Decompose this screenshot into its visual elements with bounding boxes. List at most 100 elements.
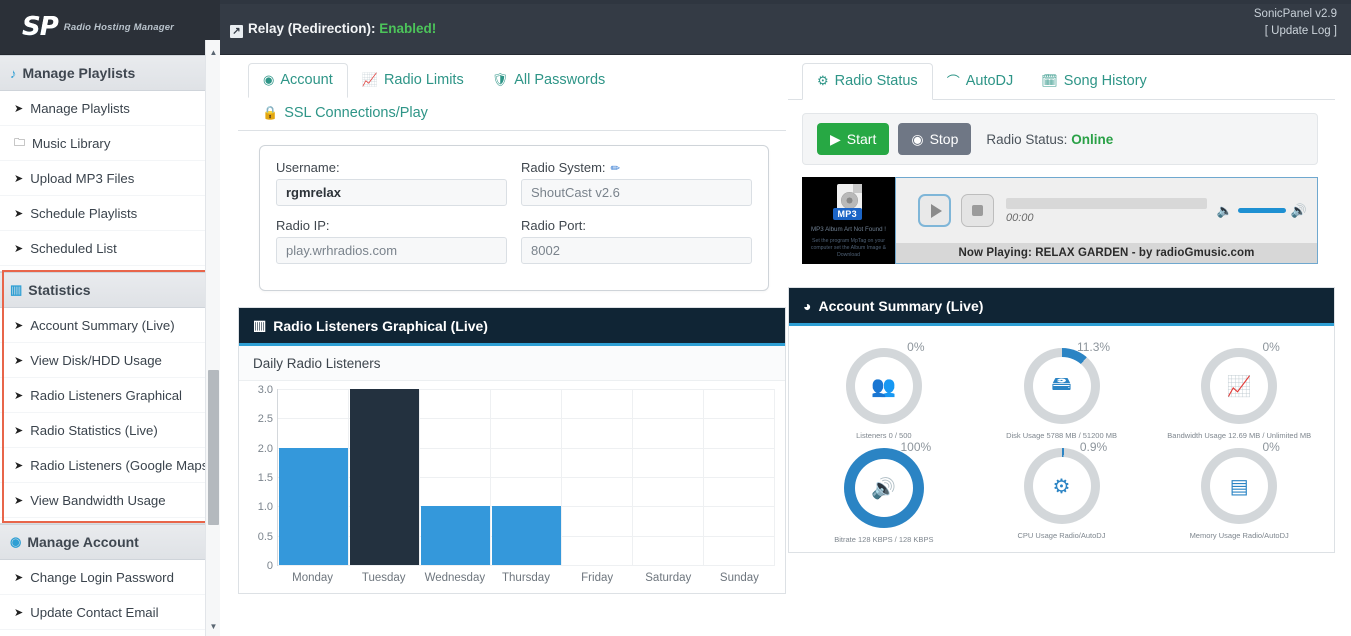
bar-chart-icon: ▥ — [253, 317, 267, 333]
sidebar-item-music-library[interactable]: 🗀 Music Library — [0, 126, 219, 161]
sidebar-item-label: Update Contact Email — [30, 604, 159, 620]
chart-bar-column[interactable] — [562, 389, 633, 565]
radio-status-panel: ⚙ Radio Status ⌒ AutoDJ 🗓 Song History ▶… — [788, 55, 1335, 553]
gauge-label: Bitrate 128 KBPS / 128 KBPS — [834, 535, 934, 544]
chart-y-tick: 0 — [266, 560, 273, 572]
chart-bar[interactable] — [350, 389, 419, 565]
sidebar-item-account-summary[interactable]: ➤ Account Summary (Live) — [0, 308, 219, 343]
gauge-ring: 🔊 — [843, 448, 924, 528]
tab-song-history[interactable]: 🗓 Song History — [1027, 63, 1161, 99]
field-label: Username: — [276, 160, 340, 175]
volume-slider[interactable] — [1237, 208, 1286, 213]
tab-label: AutoDJ — [965, 72, 1014, 89]
chart-x-tick: Saturday — [645, 572, 692, 584]
sidebar-item-schedule-playlists[interactable]: ➤ Schedule Playlists — [0, 196, 219, 231]
sidebar-item-scheduled-list[interactable]: ➤ Scheduled List — [0, 231, 219, 266]
gauge-percent: 100% — [900, 440, 932, 454]
chart-x-tick: Wednesday — [424, 572, 486, 584]
gauge-label: Memory Usage Radio/AutoDJ — [1189, 531, 1289, 540]
app-logo[interactable]: SP Radio Hosting Manager — [0, 0, 220, 55]
sidebar-item-radio-listeners-google-maps[interactable]: ➤ Radio Listeners (Google Maps) — [0, 448, 219, 483]
gauge-server[interactable]: 0% ▤ Memory Usage Radio/AutoDJ — [1150, 440, 1328, 544]
field-radio-system: Radio System: ✏ ShoutCast v2.6 — [521, 160, 752, 214]
hdd-icon: 🖴 — [1051, 373, 1072, 395]
gauge-percent: 0.9% — [1079, 440, 1108, 454]
gear-icon: ⚙ — [817, 73, 829, 88]
field-label: Radio System: ✏ — [521, 160, 752, 175]
tab-ssl-connections[interactable]: 🔒 SSL Connections/Play — [248, 97, 442, 130]
sidebar-item-view-disk-usage[interactable]: ➤ View Disk/HDD Usage — [0, 343, 219, 378]
gauge-people[interactable]: 0% 👥 Listeners 0 / 500 — [795, 340, 973, 440]
chart-bar[interactable] — [421, 506, 490, 565]
stop-button[interactable]: ◉ Stop — [898, 123, 972, 155]
radio-port-input[interactable]: 8002 — [521, 237, 752, 264]
chevron-circle-icon: ➤ — [14, 319, 24, 332]
daily-listeners-chart: 3.0 2.5 2.0 1.5 1.0 0.5 0 Monday Tuesday Wednesd… — [239, 381, 785, 593]
update-log-link[interactable]: [ Update Log ] — [1254, 23, 1337, 40]
gauge-hdd[interactable]: 11.3% 🖴 Disk Usage 5788 MB / 51200 MB — [973, 340, 1151, 440]
chart-bar-column[interactable] — [491, 389, 562, 565]
bar-chart-icon: ▥ — [10, 282, 23, 297]
seek-slider[interactable] — [1006, 197, 1207, 209]
sidebar-group-statistics[interactable]: ▥ Statistics — [0, 272, 219, 308]
volume-mute-icon[interactable]: 🔈 — [1217, 203, 1233, 219]
chart-vertical-gridline — [774, 389, 775, 565]
sidebar-item-update-contact-email[interactable]: ➤ Update Contact Email — [0, 595, 219, 630]
lock-icon: 🔒 — [262, 105, 279, 120]
sidebar-item-label: Account Summary (Live) — [30, 317, 175, 333]
chart-bar[interactable] — [279, 447, 348, 565]
caret-up-icon[interactable]: ▲ — [206, 45, 221, 60]
sidebar-item-label: Schedule Playlists — [30, 205, 138, 221]
tab-radio-status[interactable]: ⚙ Radio Status — [802, 63, 933, 100]
gauge-volume[interactable]: 100% 🔊 Bitrate 128 KBPS / 128 KBPS — [795, 440, 973, 544]
headphones-icon: ⌒ — [946, 74, 960, 89]
chart-bar-column[interactable] — [420, 389, 491, 565]
chart-bar-column[interactable] — [349, 389, 420, 565]
sidebar-item-manage-playlists[interactable]: ➤ Manage Playlists — [0, 91, 219, 126]
start-button[interactable]: ▶ Start — [817, 123, 890, 155]
sidebar-group-manage-playlists[interactable]: ♪ Manage Playlists — [0, 55, 219, 91]
sidebar-item-upload-mp3-files[interactable]: ➤ Upload MP3 Files — [0, 161, 219, 196]
gauge-percent: 0% — [1262, 340, 1280, 354]
field-label: Radio Port: — [521, 218, 587, 233]
chart-bar[interactable] — [492, 506, 561, 565]
tab-account[interactable]: ◉ Account — [248, 63, 348, 98]
stop-player-button[interactable] — [961, 194, 994, 227]
gauge-chart-line[interactable]: 0% 📈 Bandwidth Usage 12.69 MB / Unlimited … — [1150, 340, 1328, 440]
tab-radio-limits[interactable]: 📈 Radio Limits — [348, 63, 478, 97]
pie-chart-icon: ◕ — [803, 297, 812, 314]
edit-pencil-icon[interactable]: ✏ — [611, 161, 621, 175]
chart-x-tick: Monday — [292, 572, 334, 584]
sidebar-item-change-login-password[interactable]: ➤ Change Login Password — [0, 560, 219, 595]
tab-autodj[interactable]: ⌒ AutoDJ — [933, 63, 1028, 99]
sidebar-item-view-bandwidth-usage[interactable]: ➤ View Bandwidth Usage — [0, 483, 219, 518]
scrollbar-thumb[interactable] — [208, 370, 219, 525]
mp3-badge: MP3 — [832, 208, 862, 220]
radio-ip-input[interactable]: play.wrhradios.com — [276, 237, 507, 264]
chart-y-tick: 1.0 — [257, 501, 273, 514]
tab-label: SSL Connections/Play — [284, 105, 428, 121]
sidebar-item-label: Upload MP3 Files — [30, 170, 135, 186]
sidebar-group-manage-account[interactable]: ◉ Manage Account — [0, 524, 219, 560]
chart-x-tick: Sunday — [719, 572, 759, 584]
chart-y-tick: 1.5 — [257, 472, 273, 484]
sidebar-item-label: View Bandwidth Usage — [30, 492, 166, 508]
play-button[interactable] — [918, 194, 951, 227]
caret-down-icon[interactable]: ▼ — [206, 619, 221, 634]
volume-icon: 🔊 — [871, 477, 897, 500]
chart-bar-column[interactable] — [704, 389, 775, 565]
tab-all-passwords[interactable]: 🛡 All Passwords — [478, 63, 620, 97]
sidebar-scrollbar[interactable]: ▲ ▼ — [205, 40, 220, 636]
username-input[interactable]: rgmrelax — [276, 179, 507, 206]
gauge-label: Disk Usage 5788 MB / 51200 MB — [1006, 431, 1117, 440]
sidebar-item-radio-statistics[interactable]: ➤ Radio Statistics (Live) — [0, 413, 219, 448]
chart-bar-column[interactable] — [633, 389, 704, 565]
gauge-ring: ⚙ — [1023, 448, 1100, 524]
chevron-circle-icon: ➤ — [14, 172, 24, 185]
chart-bar-column[interactable] — [278, 389, 349, 565]
volume-up-icon[interactable]: 🔊 — [1291, 203, 1307, 219]
radio-system-input[interactable]: ShoutCast v2.6 — [521, 179, 752, 206]
sidebar-item-radio-listeners-graphical[interactable]: ➤ Radio Listeners Graphical — [0, 378, 219, 413]
panel-version: SonicPanel v2.9 — [1253, 8, 1337, 20]
gauge-gear[interactable]: 0.9% ⚙ CPU Usage Radio/AutoDJ — [973, 440, 1151, 544]
